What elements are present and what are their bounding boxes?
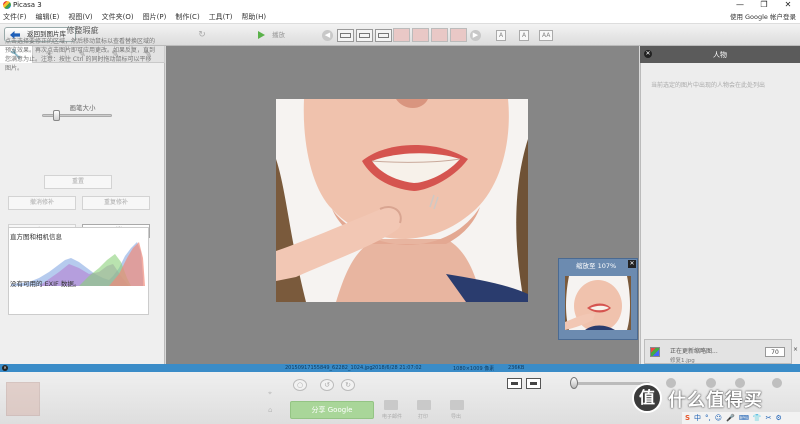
menu-file[interactable]: 文件(F): [3, 10, 27, 24]
people-empty-text: 当前选定的图片中出现的人物会在此处列出: [651, 82, 766, 89]
smzdm-logo: 值: [632, 383, 662, 413]
view-mode-single-icon[interactable]: [507, 378, 522, 389]
tray-thumbnail[interactable]: [6, 382, 40, 416]
print-label: 打印: [418, 414, 429, 420]
brush-size-label: 画笔大小: [69, 104, 96, 112]
play-label: 播放: [272, 31, 285, 39]
picture-icon: [650, 347, 660, 357]
email-icon[interactable]: [384, 400, 398, 410]
keyboard-icon[interactable]: ⌨: [739, 414, 749, 422]
play-slideshow-button[interactable]: 播放: [256, 28, 300, 42]
menu-help[interactable]: 帮助(H): [241, 10, 266, 24]
pin-icon[interactable]: ⌖: [268, 389, 272, 398]
people-panel-close-icon[interactable]: ✕: [644, 50, 652, 58]
tag-icon[interactable]: ⌂: [268, 406, 272, 414]
redo-fix-button[interactable]: 重复修补: [82, 196, 150, 210]
title-bar: Picasa 3 — ❐ ✕: [0, 0, 800, 10]
panel-title: 修整瑕疵: [66, 26, 99, 35]
rotate-right-icon[interactable]: ↻: [341, 379, 355, 391]
play-icon: [258, 31, 265, 39]
watermark-text: 什么值得买: [668, 390, 763, 411]
google-signin-link[interactable]: 使用 Google 帐户登录: [730, 10, 796, 24]
histogram-title: 直方图和相机信息: [10, 233, 62, 241]
status-filesize: 236KB: [508, 365, 525, 371]
brush-size-slider-thumb[interactable]: [53, 110, 60, 121]
thumbnail-2-button[interactable]: [412, 28, 429, 42]
email-label: 电子邮件: [382, 414, 403, 420]
menu-picture[interactable]: 图片(P): [143, 10, 167, 24]
menu-bar: 文件(F) 编辑(E) 视图(V) 文件夹(O) 图片(P) 制作(C) 工具(…: [0, 10, 800, 24]
view-mode-2-button[interactable]: [356, 29, 373, 42]
menu-tools[interactable]: 工具(T): [209, 10, 233, 24]
people-panel: [640, 46, 800, 364]
view-mode-compare-icon[interactable]: [526, 378, 541, 389]
window-title: Picasa 3: [13, 1, 42, 9]
sogou-icon[interactable]: S: [685, 414, 690, 422]
view-mode-1-button[interactable]: [337, 29, 354, 42]
font-large-button[interactable]: AA: [539, 30, 554, 41]
settings-icon[interactable]: ⚙: [776, 414, 782, 422]
zoom-preview-image: [565, 276, 631, 330]
export-icon[interactable]: [450, 400, 464, 410]
status-dimensions: 1080×1009 像素: [453, 366, 495, 372]
menu-edit[interactable]: 编辑(E): [36, 10, 60, 24]
panel-description: 点击选择要修正的区域，然后移动鼠标以查看替换区域的预览效果。再次点击图片即可应用…: [5, 38, 156, 72]
edited-photo[interactable]: [276, 99, 528, 302]
next-icon[interactable]: ▶: [470, 30, 481, 41]
status-close-icon[interactable]: ✕: [2, 365, 8, 371]
share-google-button[interactable]: 分享 Google: [290, 401, 374, 419]
ime-toolbar: S 中 °, ☺ 🎤 ⌨ 👕 ✂ ⚙: [682, 412, 800, 424]
zoom-level-label: 缩放至 107%: [576, 262, 617, 270]
rotate-icon[interactable]: ↻: [196, 29, 208, 41]
scan-close-icon[interactable]: ×: [793, 346, 798, 353]
maximize-button[interactable]: ❐: [752, 0, 776, 10]
ime-punct-icon[interactable]: °,: [705, 414, 711, 422]
view-mode-3-button[interactable]: [375, 29, 392, 42]
people-panel-title: 人物: [713, 51, 727, 59]
zoom-preview-window: [558, 258, 638, 340]
rotate-left-icon[interactable]: ↺: [320, 379, 334, 391]
microphone-icon[interactable]: 🎤: [726, 414, 735, 422]
menu-view[interactable]: 视图(V): [68, 10, 92, 24]
thumbnail-3-button[interactable]: [431, 28, 448, 42]
thumbnail-1-button[interactable]: [393, 28, 410, 42]
minimize-button[interactable]: —: [728, 0, 752, 10]
scan-status-text: 正在更新缩略图...: [670, 348, 718, 355]
picasa-logo-icon: [3, 1, 11, 9]
reset-button[interactable]: 重置: [44, 175, 112, 189]
info-icon[interactable]: [772, 378, 782, 388]
status-date: 2018/6/28 21:07:02: [372, 365, 422, 371]
scissors-icon[interactable]: ✂: [766, 414, 772, 422]
undo-fix-button[interactable]: 撤消修补: [8, 196, 76, 210]
skin-icon[interactable]: 👕: [753, 414, 762, 422]
zoom-close-icon[interactable]: ✕: [628, 260, 636, 268]
close-button[interactable]: ✕: [776, 0, 800, 10]
menu-folder[interactable]: 文件夹(O): [102, 10, 134, 24]
print-icon[interactable]: [417, 400, 431, 410]
thumbnail-4-button[interactable]: [450, 28, 467, 42]
previous-icon[interactable]: ◀: [322, 30, 333, 41]
exif-message: 没有可用的 EXIF 数据。: [10, 280, 81, 288]
emoji-icon[interactable]: ☺: [715, 414, 722, 422]
zoom-slider-thumb[interactable]: [570, 377, 578, 389]
ime-lang-icon[interactable]: 中: [694, 413, 701, 423]
font-medium-button[interactable]: A: [519, 30, 530, 41]
export-label: 导出: [451, 414, 462, 420]
scan-count-badge: 70: [765, 347, 785, 357]
menu-create[interactable]: 制作(C): [175, 10, 199, 24]
tray-circle-icon[interactable]: ○: [293, 379, 307, 391]
scan-filename: 修复1.jpg: [670, 358, 695, 364]
status-filename: 20150917155849_62282_1024.jpg: [285, 365, 373, 371]
font-small-button[interactable]: A: [496, 30, 507, 41]
